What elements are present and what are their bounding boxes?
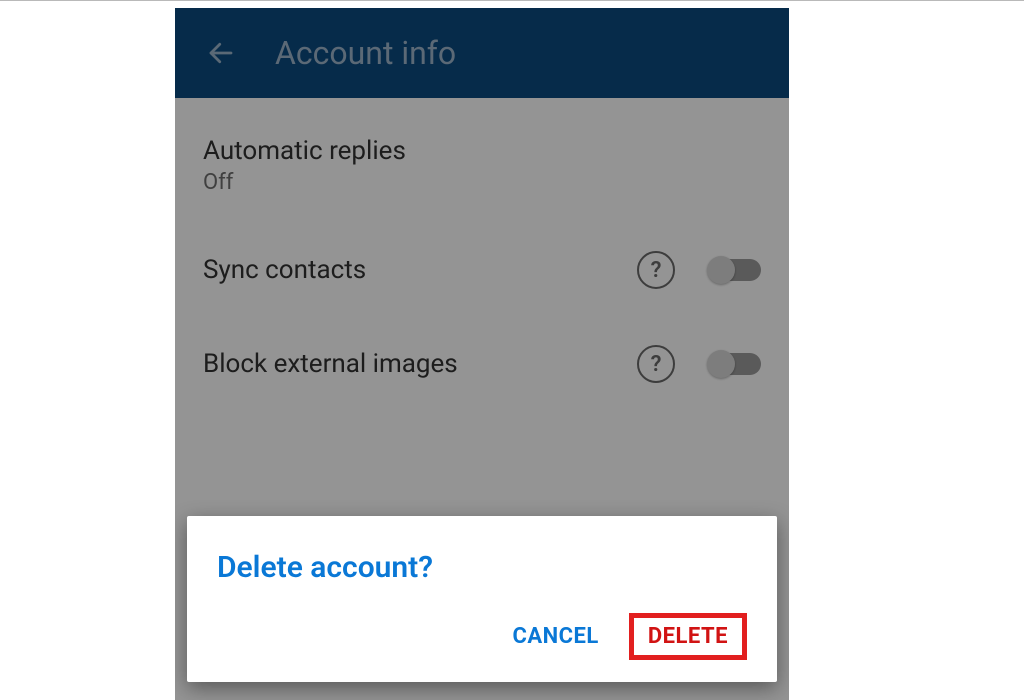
cancel-button[interactable]: CANCEL — [504, 618, 606, 655]
dialog-actions: CANCEL DELETE — [217, 613, 747, 660]
phone-screen: Account info Automatic replies Off Sync … — [175, 8, 789, 700]
delete-button[interactable]: DELETE — [629, 613, 747, 660]
dialog-title: Delete account? — [217, 550, 747, 585]
window-top-divider — [0, 0, 1024, 1]
delete-account-dialog: Delete account? CANCEL DELETE — [187, 516, 777, 682]
